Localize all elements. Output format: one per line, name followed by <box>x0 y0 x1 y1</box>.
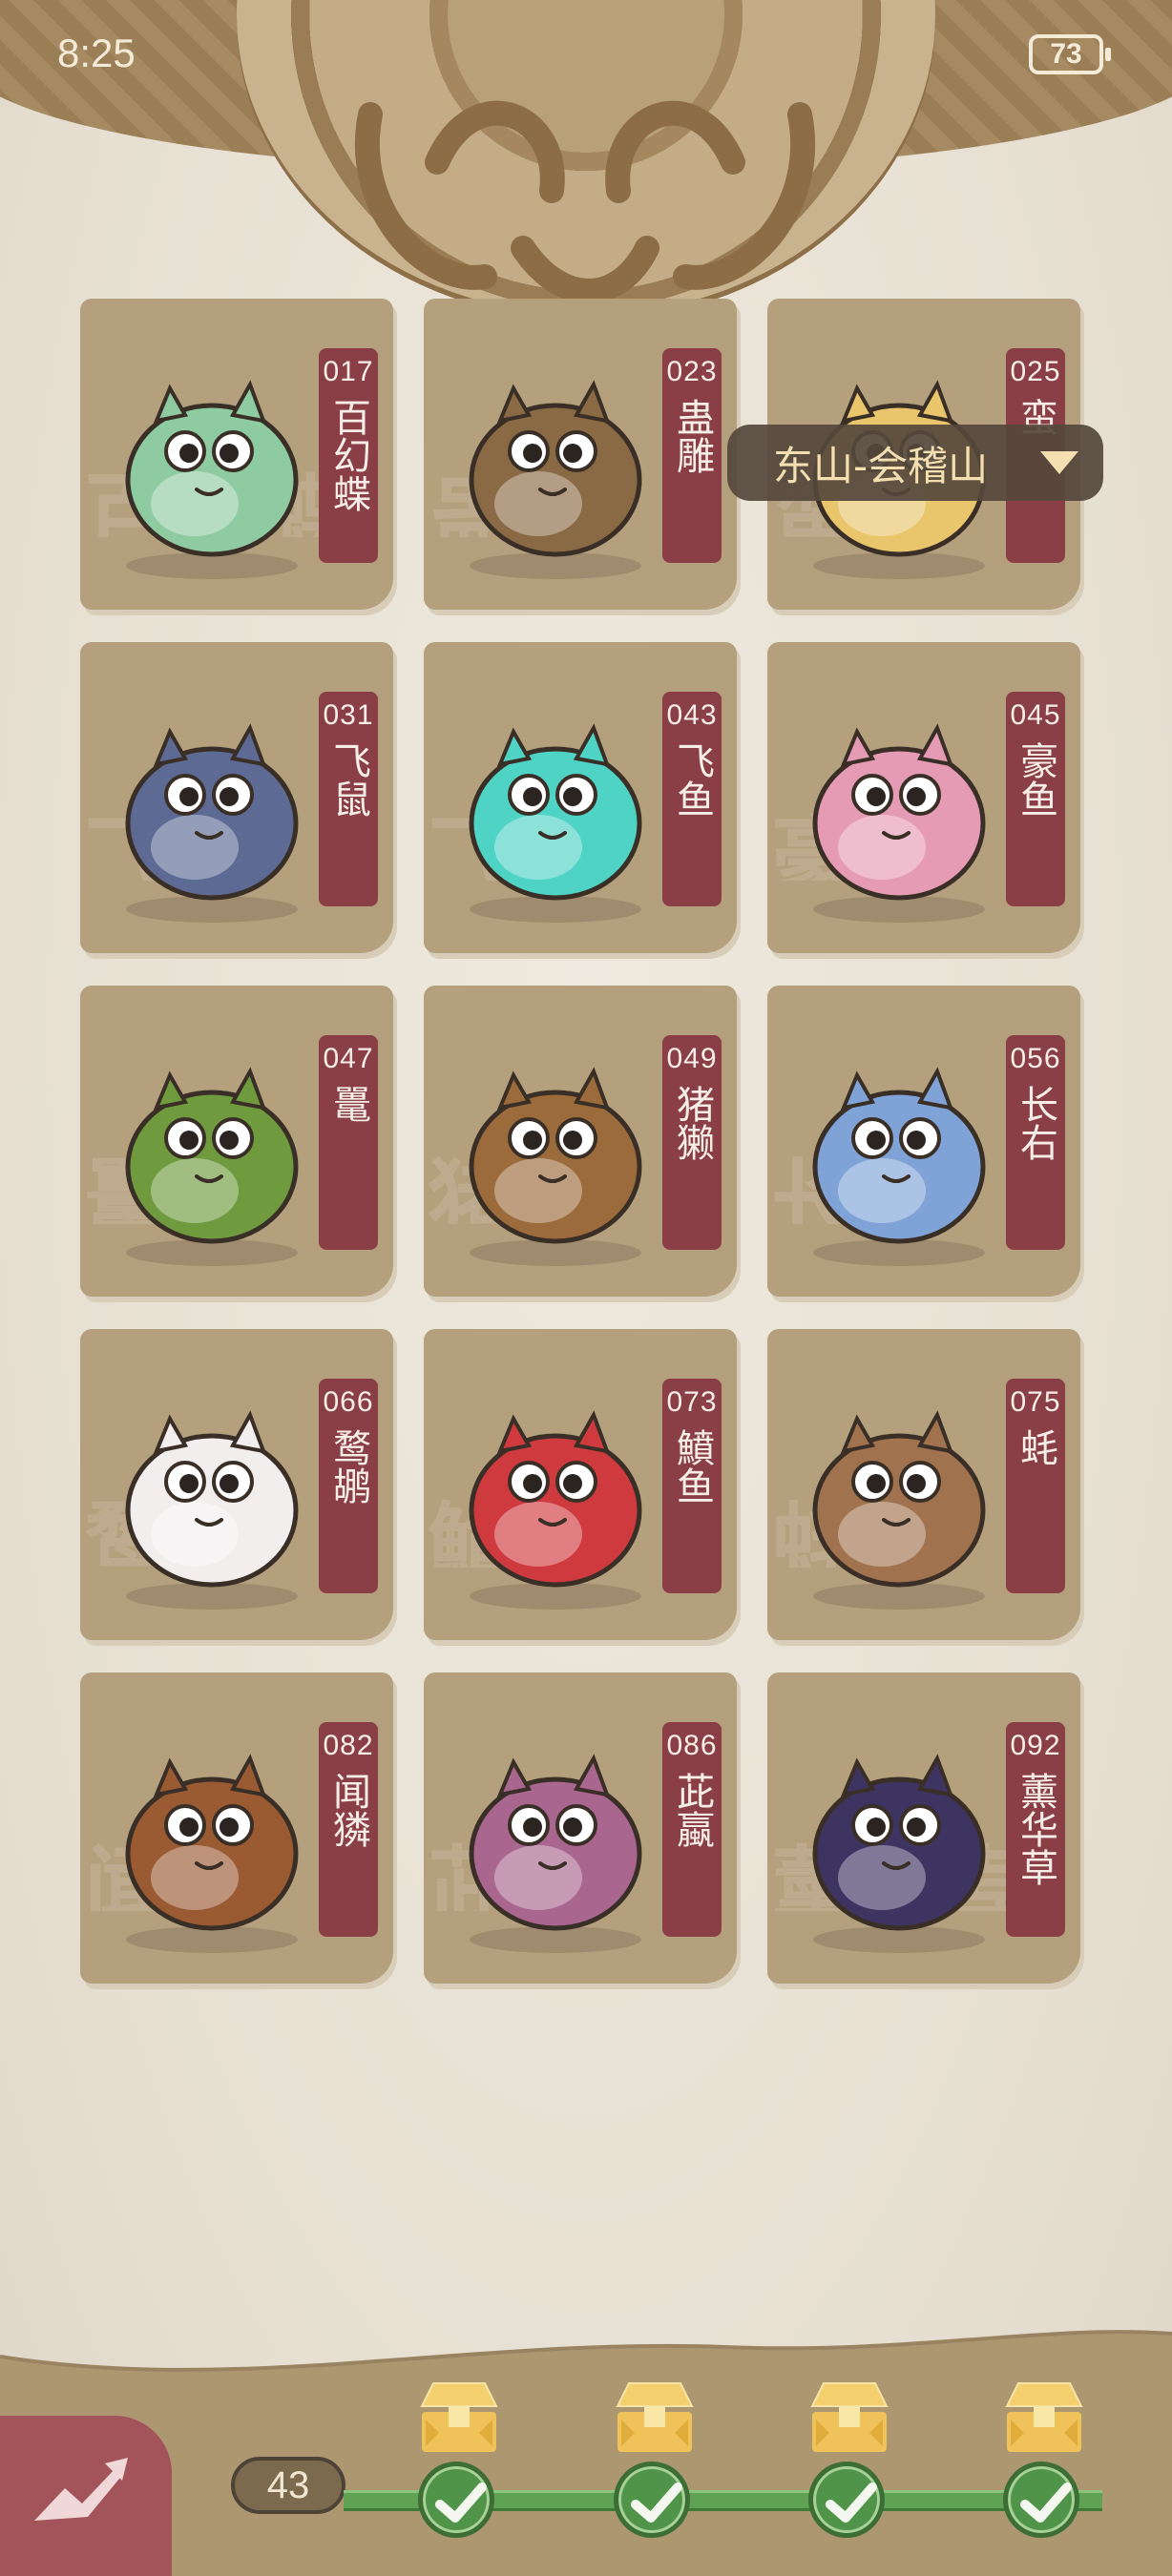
creature-card[interactable]: 薰华草092 薰华草 <box>767 1672 1080 1984</box>
creature-number: 073 <box>666 1386 718 1418</box>
back-arrow-icon <box>34 2458 128 2521</box>
creature-name: 鱝鱼 <box>670 1428 714 1505</box>
creature-name: 鼍 <box>326 1085 370 1123</box>
checkmark-icon <box>631 2483 682 2523</box>
collected-count: 43 <box>231 2457 345 2514</box>
creature-card[interactable]: 鼍047 鼍 <box>80 986 393 1297</box>
creature-name: 飞鼠 <box>326 741 370 818</box>
gold-chest-icon[interactable] <box>806 2379 892 2456</box>
clock: 8:25 <box>57 31 136 75</box>
checkmark-icon <box>435 2483 487 2523</box>
brown-crab-creature <box>812 1410 986 1610</box>
creature-number: 043 <box>666 699 718 731</box>
creature-card[interactable]: 猪獭049 猪獭 <box>424 986 737 1297</box>
creature-name: 猪獭 <box>670 1085 714 1161</box>
creature-number: 047 <box>323 1043 374 1074</box>
creature-label-tag: 045 豪鱼 <box>1006 692 1065 906</box>
creature-name: 茈蠃 <box>670 1772 714 1848</box>
bottom-progress-bar: 43 <box>0 2328 1172 2576</box>
creature-label-tag: 049 猪獭 <box>662 1035 722 1250</box>
creature-name: 豪鱼 <box>1014 741 1057 818</box>
creature-label-tag: 017 百幻蝶 <box>319 348 378 563</box>
creature-card[interactable]: 长右056 长右 <box>767 986 1080 1297</box>
creature-number: 025 <box>1010 356 1061 387</box>
creature-card[interactable]: 鹜鹕066 鹜鹕 <box>80 1329 393 1640</box>
status-bar: 8:25 73 <box>0 0 1172 105</box>
otter-with-fish-creature <box>469 1067 642 1266</box>
eggplant-sprout-creature <box>812 1754 986 1953</box>
creature-number: 092 <box>1010 1730 1061 1761</box>
creature-label-tag: 056 长右 <box>1006 1035 1065 1250</box>
creature-name: 飞鱼 <box>670 741 714 818</box>
checkmark-icon <box>826 2483 877 2523</box>
creature-name: 薰华草 <box>1014 1772 1057 1886</box>
creature-card[interactable]: 豪鱼045 豪鱼 <box>767 642 1080 953</box>
dragon-larva-creature <box>125 380 299 579</box>
gold-chest-icon[interactable] <box>416 2379 502 2456</box>
creature-number: 075 <box>1010 1386 1061 1418</box>
milestone-complete <box>614 2462 690 2538</box>
creature-card[interactable]: 飞鱼043 飞鱼 <box>424 642 737 953</box>
creature-label-tag: 075 蚝 <box>1006 1379 1065 1593</box>
creature-number: 045 <box>1010 699 1061 731</box>
creature-name: 蛊雕 <box>670 398 714 474</box>
creature-number: 056 <box>1010 1043 1061 1074</box>
collection-screen: 8:25 73 百幻蝶017百幻蝶蛊雕023蛊雕蛮025蛮飞鼠031飞鼠飞鱼04… <box>0 0 1172 2576</box>
creature-card[interactable]: 百幻蝶017 百幻蝶 <box>80 299 393 610</box>
creature-label-tag: 092 薰华草 <box>1006 1722 1065 1937</box>
creature-label-tag: 047 鼍 <box>319 1035 378 1250</box>
creature-name: 百幻蝶 <box>326 398 370 512</box>
creature-number: 049 <box>666 1043 718 1074</box>
creature-number: 031 <box>323 699 374 731</box>
creature-name: 长右 <box>1014 1085 1057 1161</box>
creature-number: 017 <box>323 356 374 387</box>
creature-label-tag: 082 闻獜 <box>319 1722 378 1937</box>
red-goldfish-creature <box>469 1410 642 1610</box>
purple-snail-creature <box>469 1754 642 1953</box>
creature-label-tag: 086 茈蠃 <box>662 1722 722 1937</box>
region-label: 东山-会稽山 <box>773 442 989 489</box>
checkmark-icon <box>1020 2483 1072 2523</box>
gold-chest-icon[interactable] <box>612 2379 698 2456</box>
creature-number: 066 <box>323 1386 374 1418</box>
caret-down-icon <box>1040 451 1078 474</box>
milestone-complete <box>808 2462 885 2538</box>
creature-card[interactable]: 鱝鱼073 鱝鱼 <box>424 1329 737 1640</box>
blue-bat-creature <box>125 723 299 923</box>
brown-eagle-creature <box>469 380 642 579</box>
creature-card[interactable]: 茈蠃086 茈蠃 <box>424 1672 737 1984</box>
white-pelican-creature <box>125 1410 299 1610</box>
brown-boar-creature <box>125 1754 299 1953</box>
gold-chest-icon[interactable] <box>1001 2379 1087 2456</box>
creature-card[interactable]: 蚝075 蚝 <box>767 1329 1080 1640</box>
back-button[interactable] <box>0 2416 172 2576</box>
creature-number: 082 <box>323 1730 374 1761</box>
battery-indicator: 73 <box>1029 34 1111 74</box>
creature-card[interactable]: 闻獜082 闻獜 <box>80 1672 393 1984</box>
green-crocodile-creature <box>125 1067 299 1266</box>
creature-name: 闻獜 <box>326 1772 370 1848</box>
creature-card[interactable]: 蛊雕023 蛊雕 <box>424 299 737 610</box>
creature-label-tag: 031 飞鼠 <box>319 692 378 906</box>
creature-number: 023 <box>666 356 718 387</box>
creature-number: 086 <box>666 1730 718 1761</box>
creature-label-tag: 066 鹜鹕 <box>319 1379 378 1593</box>
creature-name: 鹜鹕 <box>326 1428 370 1505</box>
pink-pufferfish-creature <box>812 723 986 923</box>
milestone-complete <box>1003 2462 1079 2538</box>
creature-card[interactable]: 飞鼠031 飞鼠 <box>80 642 393 953</box>
creature-label-tag: 043 飞鱼 <box>662 692 722 906</box>
creature-name: 蚝 <box>1014 1428 1057 1466</box>
creature-label-tag: 073 鱝鱼 <box>662 1379 722 1593</box>
blue-monkey-creature <box>812 1067 986 1266</box>
milestone-complete <box>418 2462 494 2538</box>
region-dropdown[interactable]: 东山-会稽山 <box>727 425 1103 501</box>
creature-label-tag: 023 蛊雕 <box>662 348 722 563</box>
bottom-wave-background <box>0 2330 1172 2576</box>
teal-flying-fish-creature <box>469 723 642 923</box>
